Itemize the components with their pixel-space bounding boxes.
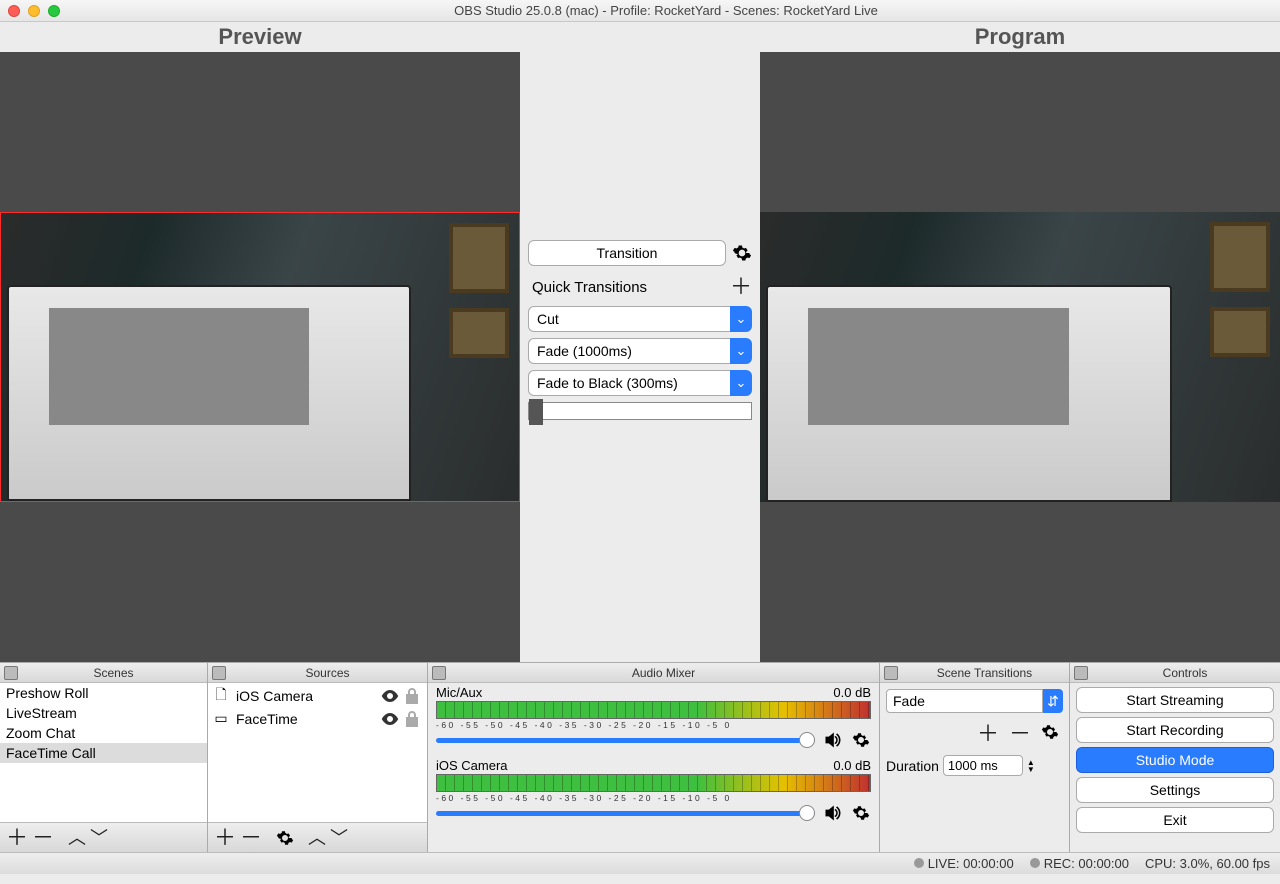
scene-item[interactable]: Zoom Chat: [0, 723, 207, 743]
start-streaming-button[interactable]: Start Streaming: [1076, 687, 1274, 713]
source-name: FaceTime: [236, 711, 375, 727]
studio-mode-button[interactable]: Studio Mode: [1076, 747, 1274, 773]
meter-ticks: -60 -55 -50 -45 -40 -35 -30 -25 -20 -15 …: [436, 793, 871, 803]
quick-transition-fade-to-black[interactable]: Fade to Black (300ms) ⌄: [528, 370, 752, 396]
window-close-button[interactable]: [8, 5, 20, 17]
program-canvas[interactable]: [760, 52, 1280, 662]
meter-ticks: -60 -55 -50 -45 -40 -35 -30 -25 -20 -15 …: [436, 720, 871, 730]
channel-db: 0.0 dB: [833, 758, 871, 773]
add-scene-button[interactable]: ＋: [6, 827, 28, 849]
move-source-down-button[interactable]: ﹀: [330, 829, 348, 847]
remove-scene-button[interactable]: －: [32, 827, 54, 849]
channel-name: Mic/Aux: [436, 685, 482, 700]
quick-transition-fade[interactable]: Fade (1000ms) ⌄: [528, 338, 752, 364]
lock-toggle[interactable]: [405, 688, 423, 704]
transition-select[interactable]: Fade ⇵: [886, 689, 1063, 713]
popout-icon[interactable]: [884, 666, 898, 680]
popout-icon[interactable]: [212, 666, 226, 680]
source-item[interactable]: 🗋 iOS Camera: [208, 683, 427, 709]
duration-input[interactable]: [943, 755, 1023, 776]
status-cpu: CPU: 3.0%, 60.00 fps: [1145, 856, 1270, 871]
scene-item[interactable]: LiveStream: [0, 703, 207, 723]
scenes-panel: Scenes Preshow RollLiveStreamZoom ChatFa…: [0, 663, 208, 852]
controls-panel: Controls Start Streaming Start Recording…: [1070, 663, 1280, 852]
status-live: LIVE: 00:00:00: [928, 856, 1014, 871]
program-label: Program: [760, 22, 1280, 52]
broadcast-icon: [914, 858, 924, 868]
volume-slider[interactable]: [436, 811, 815, 816]
titlebar: OBS Studio 25.0.8 (mac) - Profile: Rocke…: [0, 0, 1280, 22]
popout-icon[interactable]: [432, 666, 446, 680]
record-icon: [1030, 858, 1040, 868]
gear-icon[interactable]: [851, 803, 871, 823]
visibility-toggle[interactable]: [381, 712, 399, 726]
transition-column: Transition Quick Transitions ＋ Cut ⌄ Fad…: [520, 22, 760, 662]
source-item[interactable]: ▭ FaceTime: [208, 709, 427, 728]
move-scene-down-button[interactable]: ﹀: [90, 829, 108, 847]
quick-transition-cut[interactable]: Cut ⌄: [528, 306, 752, 332]
duration-label: Duration: [886, 758, 939, 774]
scene-transitions-panel: Scene Transitions Fade ⇵ ＋ － Duration ▲▼: [880, 663, 1070, 852]
vu-meter: [436, 774, 871, 792]
preview-label: Preview: [0, 22, 520, 52]
speaker-icon[interactable]: [823, 730, 843, 750]
transition-button[interactable]: Transition: [528, 240, 726, 266]
audio-mixer-panel: Audio Mixer Mic/Aux0.0 dB-60 -55 -50 -45…: [428, 663, 880, 852]
preview-canvas[interactable]: [0, 52, 520, 662]
add-quick-transition-button[interactable]: ＋: [730, 276, 752, 298]
quick-transitions-label: Quick Transitions: [532, 279, 647, 296]
status-rec: REC: 00:00:00: [1044, 856, 1129, 871]
program-source-bounds: [760, 212, 1280, 502]
start-recording-button[interactable]: Start Recording: [1076, 717, 1274, 743]
window-zoom-button[interactable]: [48, 5, 60, 17]
mixer-channel: Mic/Aux 0.0 dB -60 -55 -50 -45 -40 -35 -30…: [428, 683, 879, 756]
mixer-channel: iOS Camera 0.0 dB -60 -55 -50 -45 -40 -35 …: [428, 756, 879, 829]
volume-slider[interactable]: [436, 738, 815, 743]
remove-transition-button[interactable]: －: [1009, 723, 1031, 745]
sources-list[interactable]: 🗋 iOS Camera ▭ FaceTime: [208, 683, 427, 822]
gear-icon[interactable]: [851, 730, 871, 750]
vu-meter: [436, 701, 871, 719]
remove-source-button[interactable]: －: [240, 827, 262, 849]
move-scene-up-button[interactable]: ︿: [68, 829, 86, 847]
channel-db: 0.0 dB: [833, 685, 871, 700]
settings-button[interactable]: Settings: [1076, 777, 1274, 803]
lock-toggle[interactable]: [405, 711, 423, 727]
preview-source-bounds[interactable]: [0, 212, 520, 502]
duration-stepper[interactable]: ▲▼: [1027, 759, 1041, 773]
status-bar: LIVE: 00:00:00 REC: 00:00:00 CPU: 3.0%, …: [0, 852, 1280, 874]
window-icon: ▭: [212, 710, 230, 727]
source-settings-button[interactable]: [276, 829, 294, 847]
chevron-down-icon[interactable]: ⌄: [730, 370, 752, 396]
add-transition-button[interactable]: ＋: [977, 723, 999, 745]
speaker-icon[interactable]: [823, 803, 843, 823]
chevron-down-icon[interactable]: ⌄: [730, 338, 752, 364]
scene-item[interactable]: Preshow Roll: [0, 683, 207, 703]
channel-name: iOS Camera: [436, 758, 508, 773]
move-source-up-button[interactable]: ︿: [308, 829, 326, 847]
gear-icon[interactable]: [732, 243, 752, 263]
popout-icon[interactable]: [1074, 666, 1088, 680]
popout-icon[interactable]: [4, 666, 18, 680]
add-source-button[interactable]: ＋: [214, 827, 236, 849]
window-minimize-button[interactable]: [28, 5, 40, 17]
transition-settings-button[interactable]: [1041, 723, 1059, 745]
updown-icon[interactable]: ⇵: [1043, 689, 1063, 713]
exit-button[interactable]: Exit: [1076, 807, 1274, 833]
chevron-down-icon[interactable]: ⌄: [730, 306, 752, 332]
scenes-list[interactable]: Preshow RollLiveStreamZoom ChatFaceTime …: [0, 683, 207, 822]
scene-item[interactable]: FaceTime Call: [0, 743, 207, 763]
source-name: iOS Camera: [236, 688, 375, 704]
file-icon: 🗋: [212, 684, 230, 708]
visibility-toggle[interactable]: [381, 689, 399, 703]
sources-panel: Sources 🗋iOS Camera▭FaceTime ＋ － ︿ ﹀: [208, 663, 428, 852]
window-title: OBS Studio 25.0.8 (mac) - Profile: Rocke…: [60, 3, 1272, 18]
t-bar-slider[interactable]: [528, 402, 752, 420]
